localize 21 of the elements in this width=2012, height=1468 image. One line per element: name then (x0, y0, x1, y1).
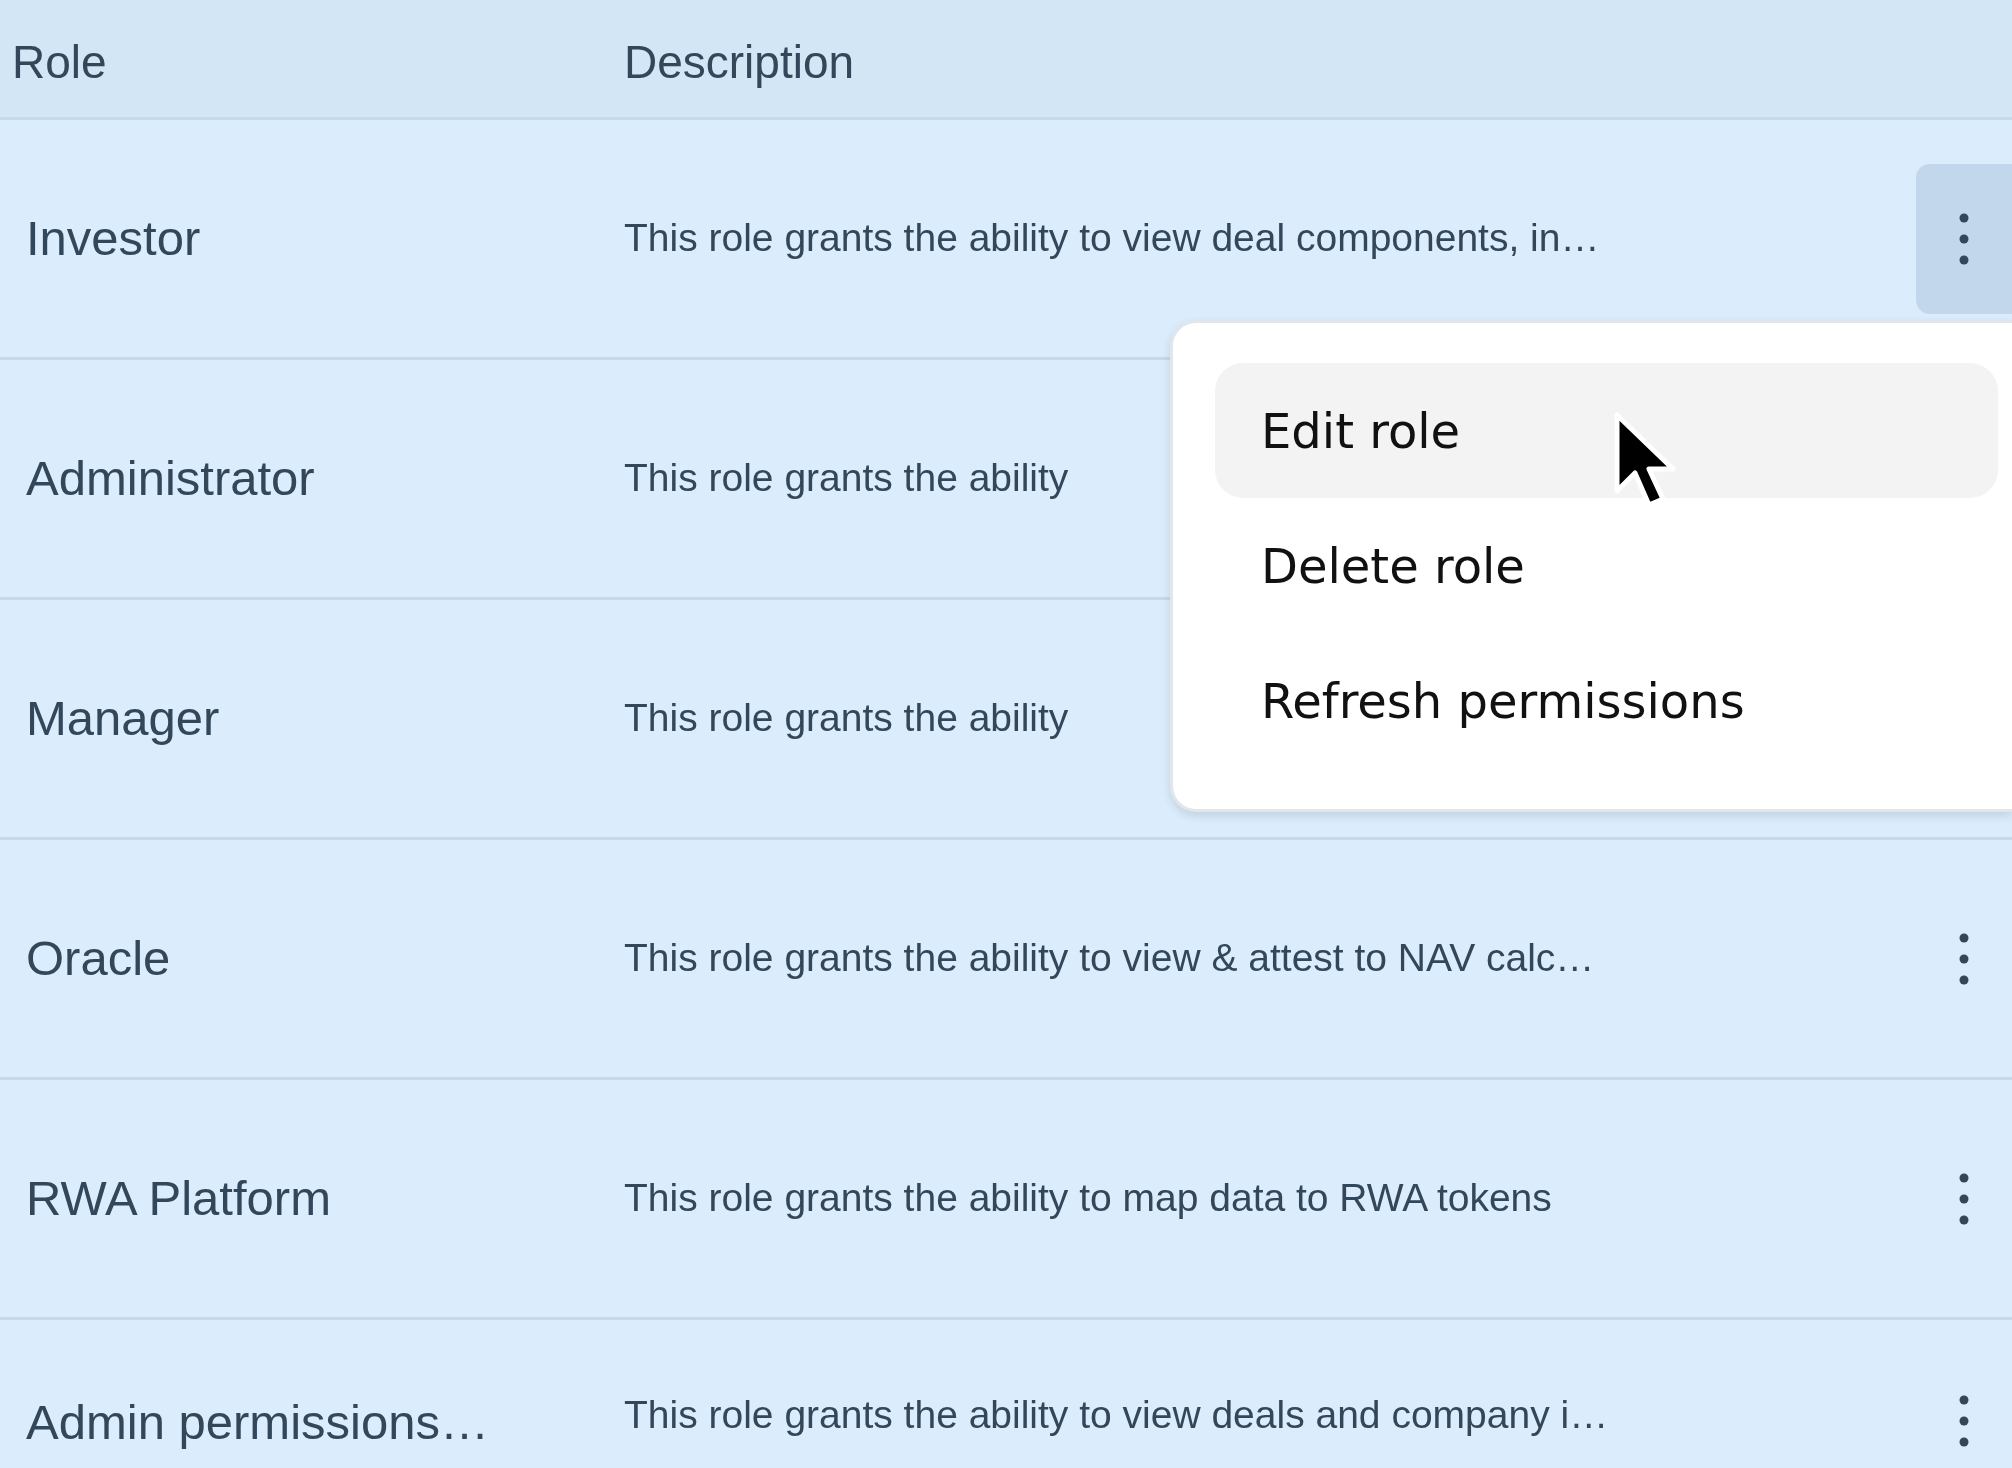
role-description: This role grants the ability to map data to RWA tokens (624, 1175, 1552, 1222)
menu-item[interactable]: Delete role (1215, 498, 1998, 633)
role-description: This role grants the ability (624, 455, 1069, 502)
role-name: Oracle (25, 929, 172, 987)
more-icon (1959, 1172, 1969, 1225)
role-description: This role grants the ability to view deal components, in… (624, 215, 1600, 262)
role-name: Investor (25, 209, 202, 267)
role-name: Manager (25, 689, 221, 747)
role-name: Admin permissions… (25, 1394, 490, 1451)
menu-item[interactable]: Refresh permissions (1215, 633, 1998, 768)
more-icon (1959, 932, 1969, 985)
role-description: This role grants the ability to view deals and company i… (624, 1392, 1609, 1438)
more-icon (1959, 1395, 1969, 1447)
menu-item[interactable]: Edit role (1215, 363, 1998, 498)
role-description: This role grants the ability to view & attest to NAV calc… (624, 935, 1595, 982)
role-description: This role grants the ability (624, 695, 1069, 742)
column-header: Role (11, 35, 108, 90)
role-name: Administrator (25, 449, 316, 507)
column-header: Description (624, 35, 855, 90)
more-icon (1959, 212, 1969, 265)
role-name: RWA Platform (25, 1169, 332, 1227)
